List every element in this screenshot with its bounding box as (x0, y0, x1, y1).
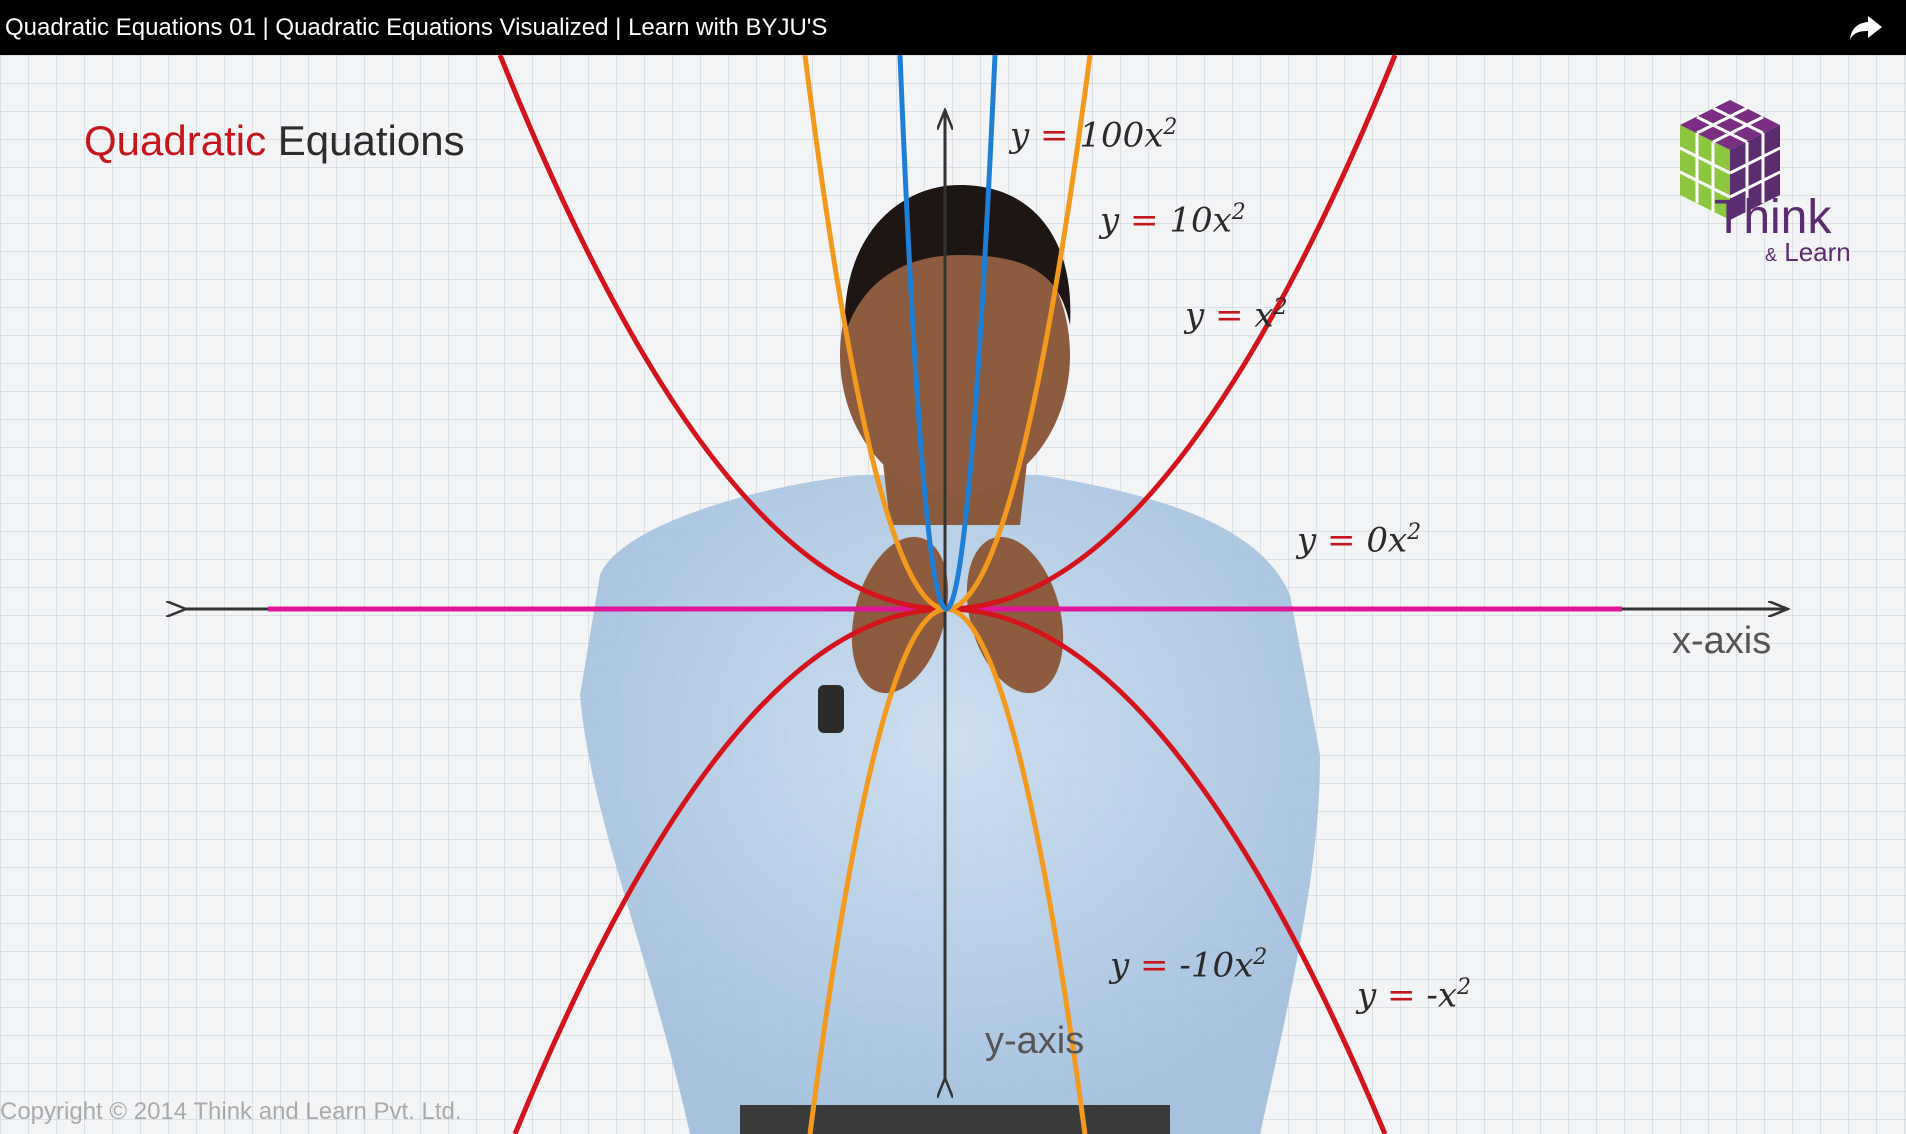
curve-y-100x2 (897, 55, 998, 612)
equation-label-0x2: y = 0x2 (1297, 520, 1422, 561)
equation-label-x2: y = x2 (1185, 295, 1288, 336)
equation-label-100x2: y = 100x2 (1010, 115, 1178, 156)
y-axis-label: y-axis (985, 1020, 1085, 1062)
equation-label-neg-x2: y = -x2 (1357, 975, 1472, 1016)
share-icon[interactable] (1848, 12, 1884, 42)
lesson-title: Quadratic Equations (84, 117, 465, 165)
lesson-title-part2: Equations (277, 117, 465, 164)
x-axis-label: x-axis (1672, 620, 1772, 662)
lesson-title-part1: Quadratic (84, 117, 267, 164)
logo-learn-text: & Learn (1765, 237, 1851, 267)
video-title[interactable]: Quadratic Equations 01 | Quadratic Equat… (5, 14, 827, 42)
equation-label-10x2: y = 10x2 (1100, 200, 1246, 241)
copyright-watermark: Copyright © 2014 Think and Learn Pvt. Lt… (0, 1098, 462, 1125)
curve-y-neg-x2 (512, 606, 1388, 1134)
video-frame[interactable]: Quadratic Equations y = 100x2 y = 10x2 y… (0, 55, 1906, 1134)
equation-label-neg-10x2: y = -10x2 (1110, 945, 1268, 986)
video-title-bar: Quadratic Equations 01 | Quadratic Equat… (0, 0, 1906, 55)
